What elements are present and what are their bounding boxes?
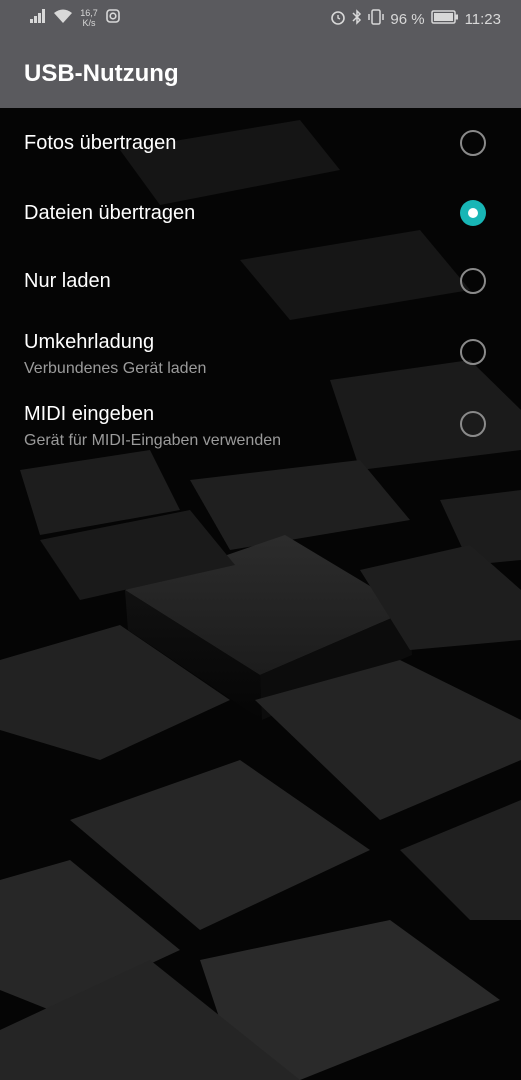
bluetooth-icon	[352, 9, 362, 29]
wifi-icon	[54, 9, 72, 27]
option-subtitle: Gerät für MIDI-Eingaben verwenden	[24, 432, 282, 449]
app-bar: USB-Nutzung	[0, 38, 521, 108]
page-title: USB-Nutzung	[24, 60, 179, 87]
battery-percent: 96 %	[390, 10, 425, 28]
signal-icon	[30, 9, 48, 27]
vibrate-icon	[368, 9, 385, 29]
radio-button[interactable]	[460, 130, 486, 156]
network-speed: 16,7 K/s	[80, 8, 98, 28]
instagram-icon	[106, 9, 120, 27]
usb-options-list: Fotos übertragen Dateien übertragen Nur …	[0, 108, 521, 462]
option-dateien-uebertragen[interactable]: Dateien übertragen	[0, 178, 521, 248]
option-label: Dateien übertragen	[24, 202, 196, 224]
status-bar: 16,7 K/s 96 % 11:23	[0, 0, 521, 38]
radio-button-selected[interactable]	[460, 200, 486, 226]
option-label: Nur laden	[24, 270, 111, 292]
clock: 11:23	[464, 10, 501, 28]
option-nur-laden[interactable]: Nur laden	[0, 248, 521, 318]
option-label: Umkehrladung	[24, 331, 155, 353]
radio-button[interactable]	[460, 268, 486, 294]
option-midi-eingeben[interactable]: MIDI eingeben Gerät für MIDI-Eingaben ve…	[0, 390, 521, 462]
battery-icon	[430, 10, 459, 28]
option-label: Fotos übertragen	[24, 132, 177, 154]
radio-button[interactable]	[460, 411, 486, 437]
option-label: MIDI eingeben	[24, 403, 155, 425]
option-fotos-uebertragen[interactable]: Fotos übertragen	[0, 108, 521, 178]
option-subtitle: Verbundenes Gerät laden	[24, 360, 207, 377]
option-umkehrladung[interactable]: Umkehrladung Verbundenes Gerät laden	[0, 318, 521, 390]
radio-button[interactable]	[460, 339, 486, 365]
alarm-icon	[330, 9, 346, 29]
